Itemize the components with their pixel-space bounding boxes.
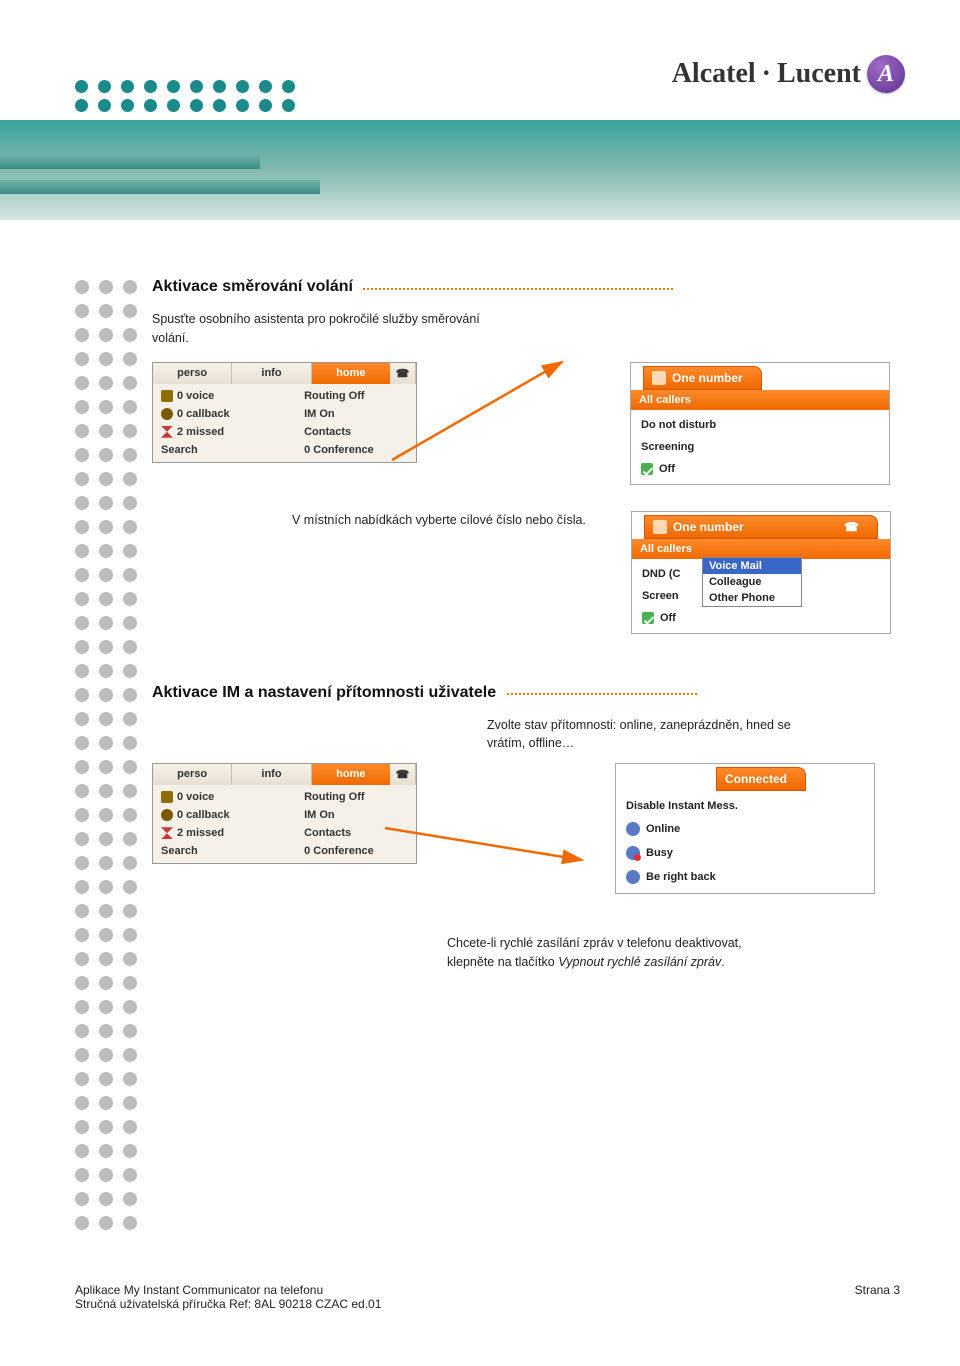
phone-row-voice[interactable]: 0 voice xyxy=(161,791,296,803)
presence-brb-icon xyxy=(626,870,640,884)
connected-presence-panel: Connected Disable Instant Mess. Online B… xyxy=(615,763,900,894)
note-text-end: . xyxy=(721,955,724,969)
phone-row-search[interactable]: Search xyxy=(161,444,296,456)
phone-row-callback[interactable]: 0 callback xyxy=(161,809,296,821)
phone-row-callback[interactable]: 0 callback xyxy=(161,408,296,420)
phone-tab-info[interactable]: info xyxy=(232,764,311,785)
panel-tab[interactable]: One number ☎ xyxy=(644,515,878,539)
panel-item-dnd[interactable]: Do not disturb xyxy=(631,414,889,436)
panel-item-screening[interactable]: Screening xyxy=(631,436,889,458)
person-icon xyxy=(652,371,666,385)
phone-tab-perso[interactable]: perso xyxy=(153,363,232,384)
brand-badge-icon: A xyxy=(867,55,905,93)
one-number-panel-dropdown: One number ☎ All callers DND (C Screen O… xyxy=(631,511,900,634)
section-title: Aktivace směrování volání xyxy=(152,278,900,296)
section-call-routing: Aktivace směrování volání Spusťte osobní… xyxy=(152,278,900,634)
footer-ref: Stručná uživatelská příručka Ref: 8AL 90… xyxy=(75,1297,381,1311)
instruction-select-number: V místních nabídkách vyberte cílové čísl… xyxy=(292,511,591,530)
page-content: Aktivace směrování volání Spusťte osobní… xyxy=(152,278,900,1002)
panel-tab-connected[interactable]: Connected xyxy=(716,767,806,791)
assistant-icon[interactable]: ☎ xyxy=(844,520,859,534)
phone-tab-home[interactable]: home xyxy=(312,363,390,384)
panel-tab[interactable]: One number xyxy=(643,366,762,390)
phone-row-voice[interactable]: 0 voice xyxy=(161,390,296,402)
person-icon xyxy=(653,520,667,534)
header-bar xyxy=(0,180,320,194)
side-dot-strip xyxy=(75,280,137,1240)
page-header: Alcatel·Lucent A xyxy=(0,0,960,220)
section-title: Aktivace IM a nastavení přítomnosti uživ… xyxy=(152,684,900,702)
panel-item-off[interactable]: Off xyxy=(632,607,890,629)
presence-instruction: Zvolte stav přítomnosti: online, zaneprá… xyxy=(487,716,817,754)
brand-dot: · xyxy=(762,58,771,90)
dotted-leader xyxy=(507,689,697,695)
panel-item-off[interactable]: Off xyxy=(631,458,889,480)
decorative-dot-grid xyxy=(75,80,315,118)
brand-name-1: Alcatel xyxy=(672,58,756,90)
arrow-indicator xyxy=(382,350,582,470)
phone-row-search[interactable]: Search xyxy=(161,845,296,857)
page-footer: Aplikace My Instant Communicator na tele… xyxy=(75,1283,900,1311)
dropdown-item-otherphone[interactable]: Other Phone xyxy=(703,590,801,606)
panel-head[interactable]: All callers xyxy=(631,390,889,410)
disable-im-note: Chcete-li rychlé zasílání zpráv v telefo… xyxy=(447,934,777,972)
section-title-text: Aktivace IM a nastavení přítomnosti uživ… xyxy=(152,684,496,701)
target-dropdown[interactable]: Voice Mail Colleague Other Phone xyxy=(702,557,802,607)
section-im-presence: Aktivace IM a nastavení přítomnosti uživ… xyxy=(152,684,900,972)
brand-logo: Alcatel·Lucent A xyxy=(672,55,905,93)
phone-row-missed[interactable]: 2 missed xyxy=(161,827,296,839)
presence-online-icon xyxy=(626,822,640,836)
footer-page: Strana 3 xyxy=(855,1283,900,1311)
section-title-text: Aktivace směrování volání xyxy=(152,278,353,295)
panel-item-brb[interactable]: Be right back xyxy=(616,865,874,889)
check-icon xyxy=(641,463,653,475)
phone-tab-assistant-icon[interactable]: ☎ xyxy=(390,764,416,785)
header-bar xyxy=(0,155,260,169)
phone-tab-perso[interactable]: perso xyxy=(153,764,232,785)
one-number-panel: One number All callers Do not disturb Sc… xyxy=(630,362,900,485)
dotted-leader xyxy=(363,284,673,290)
arrow-indicator xyxy=(377,788,597,908)
header-band xyxy=(0,120,960,220)
brand-name-2: Lucent xyxy=(777,58,861,90)
note-em: Vypnout rychlé zasílání zpráv xyxy=(558,955,721,969)
phone-row-missed[interactable]: 2 missed xyxy=(161,426,296,438)
dropdown-item-colleague[interactable]: Colleague xyxy=(703,574,801,590)
panel-item-disable-im[interactable]: Disable Instant Mess. xyxy=(616,795,874,817)
panel-item-online[interactable]: Online xyxy=(616,817,874,841)
footer-title: Aplikace My Instant Communicator na tele… xyxy=(75,1283,381,1297)
presence-busy-icon xyxy=(626,846,640,860)
section-intro: Spusťte osobního asistenta pro pokročilé… xyxy=(152,310,512,348)
dropdown-item-voicemail[interactable]: Voice Mail xyxy=(703,558,801,574)
phone-tab-home[interactable]: home xyxy=(312,764,390,785)
panel-head[interactable]: All callers xyxy=(632,539,890,559)
phone-tab-info[interactable]: info xyxy=(232,363,311,384)
phone-home-widget: perso info home ☎ 0 voice Routing Off 0 … xyxy=(152,362,417,463)
panel-item-busy[interactable]: Busy xyxy=(616,841,874,865)
check-icon xyxy=(642,612,654,624)
